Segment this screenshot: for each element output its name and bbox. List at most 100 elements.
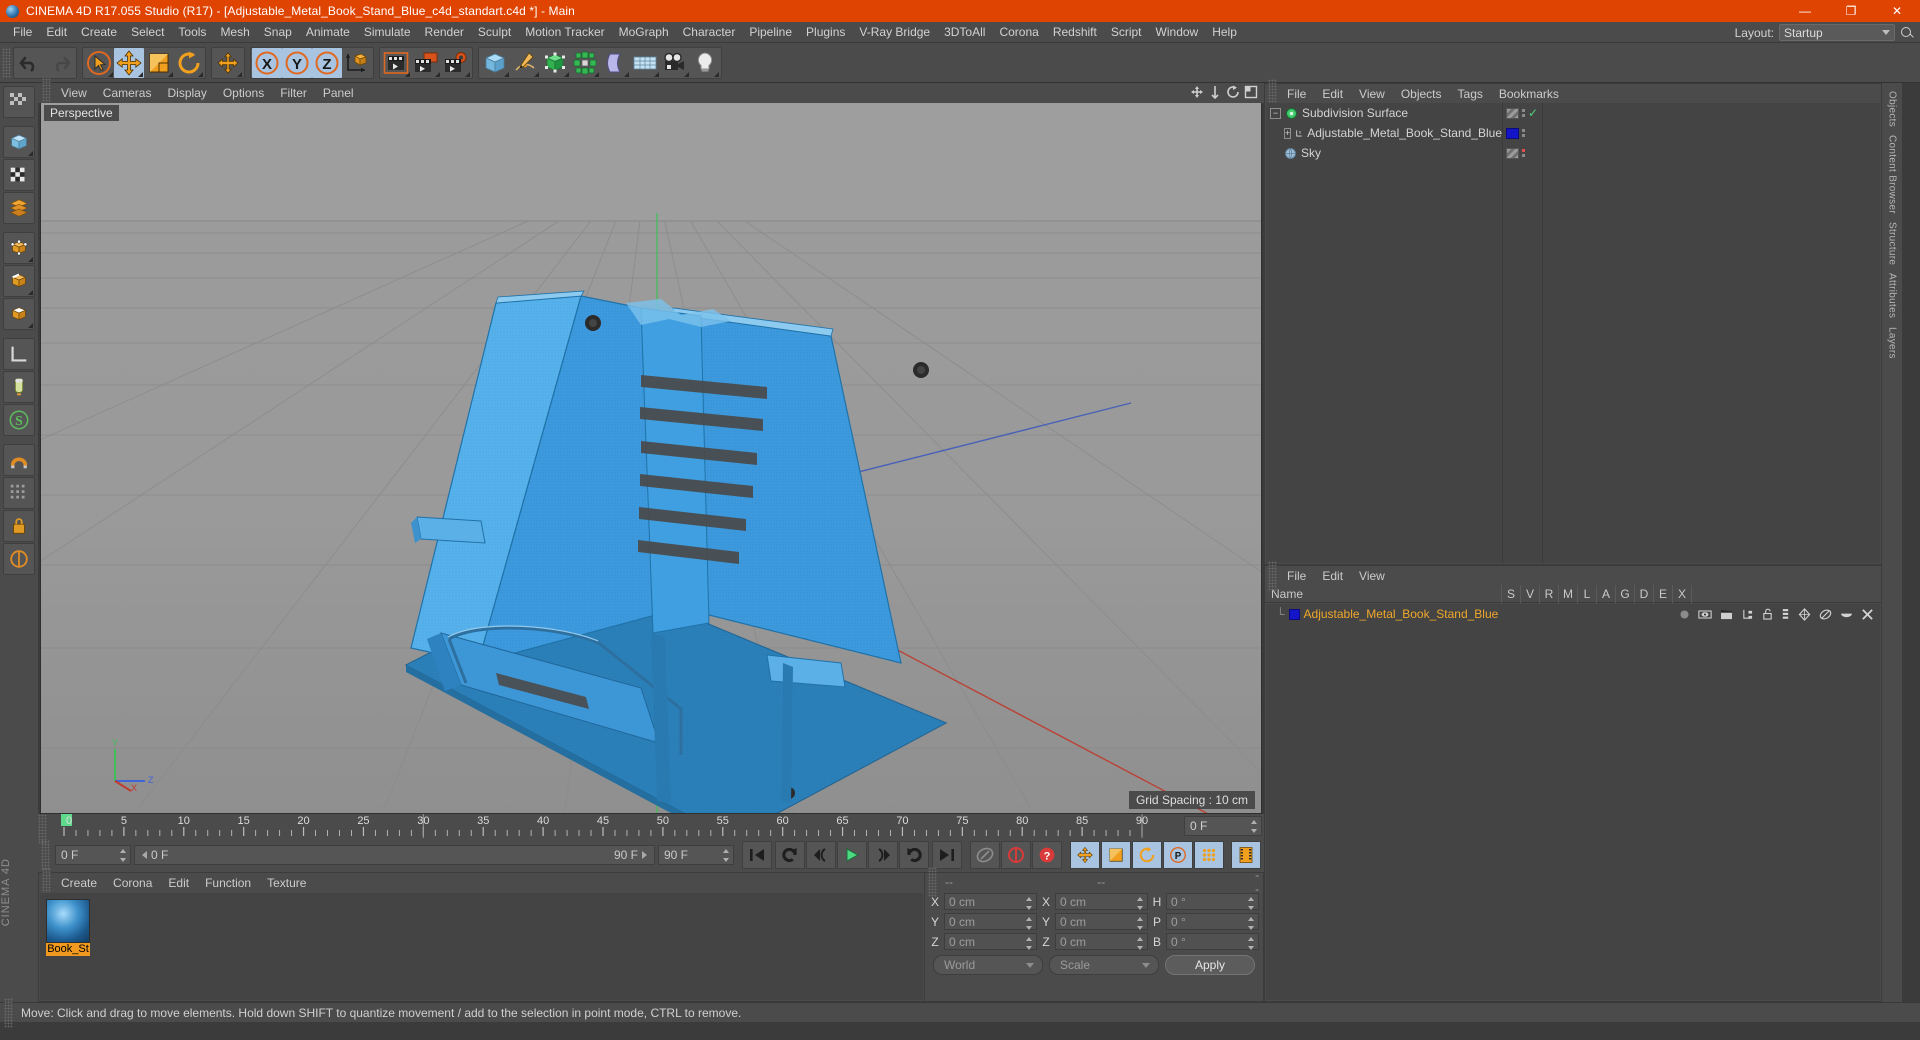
selection-tool-button[interactable] bbox=[84, 48, 114, 78]
object-menu-item-edit[interactable]: Edit bbox=[1314, 87, 1351, 101]
stepper-icon[interactable] bbox=[1248, 897, 1255, 910]
make-editable-tool-icon[interactable] bbox=[3, 126, 35, 158]
timeline-ruler[interactable]: 0 5 10 15 20 25 30 35 40 45 50 55 60 65 70 75 80 85 90 bbox=[58, 814, 1180, 838]
right-tab-objects[interactable]: Objects bbox=[1886, 87, 1899, 131]
scale-key-button[interactable] bbox=[1101, 841, 1131, 869]
polygon-mode-tool-icon[interactable] bbox=[3, 298, 35, 330]
animation-bars-icon[interactable] bbox=[1781, 608, 1790, 620]
timeline-toggle-button[interactable] bbox=[1231, 841, 1261, 869]
lock-x-axis-button[interactable]: X bbox=[252, 47, 282, 78]
right-tab-attributes[interactable]: Attributes bbox=[1886, 269, 1899, 322]
stepper-icon[interactable] bbox=[1251, 820, 1258, 833]
render-clapper-icon[interactable] bbox=[1720, 609, 1733, 620]
object-tag-row[interactable] bbox=[1503, 143, 1542, 163]
texture-axis-tool-icon[interactable] bbox=[3, 371, 35, 403]
minimize-button[interactable]: — bbox=[1782, 0, 1828, 22]
object-menu-item-file[interactable]: File bbox=[1279, 87, 1314, 101]
right-tab-structure[interactable]: Structure bbox=[1886, 218, 1899, 269]
material-menu-item-function[interactable]: Function bbox=[197, 876, 259, 890]
object-tag-row[interactable]: ✓ bbox=[1503, 103, 1542, 123]
tag-dots-icon[interactable] bbox=[1522, 129, 1525, 137]
menu-item-pipeline[interactable]: Pipeline bbox=[742, 22, 799, 43]
add-environment-button[interactable] bbox=[630, 48, 660, 78]
material-menu-item-texture[interactable]: Texture bbox=[259, 876, 314, 890]
object-row-sky[interactable]: Sky bbox=[1266, 143, 1502, 163]
magnet-move-button[interactable] bbox=[213, 48, 243, 78]
menu-item-plugins[interactable]: Plugins bbox=[799, 22, 852, 43]
material-menu-item-create[interactable]: Create bbox=[53, 876, 105, 890]
menu-item-simulate[interactable]: Simulate bbox=[357, 22, 418, 43]
enabled-check-icon[interactable]: ✓ bbox=[1528, 106, 1538, 120]
go-to-start-button[interactable] bbox=[742, 841, 772, 869]
render-to-picture-viewer-button[interactable] bbox=[411, 48, 441, 78]
add-mograph-button[interactable] bbox=[570, 48, 600, 78]
position-x-field[interactable]: 0 cm bbox=[944, 893, 1037, 910]
lock-open-icon[interactable] bbox=[1762, 608, 1773, 620]
close-button[interactable]: ✕ bbox=[1874, 0, 1920, 22]
object-tag-row[interactable] bbox=[1503, 123, 1542, 143]
range-left-arrow-icon[interactable] bbox=[138, 851, 147, 859]
position-y-field[interactable]: 0 cm bbox=[944, 913, 1037, 930]
viewport-menu-item-filter[interactable]: Filter bbox=[272, 83, 315, 103]
object-list-rows[interactable]: └ Adjustable_Metal_Book_Stand_Blue bbox=[1266, 604, 1880, 1000]
viewport-menu-item-cameras[interactable]: Cameras bbox=[95, 83, 160, 103]
next-frame-button[interactable] bbox=[868, 841, 898, 869]
sky-tag-icon[interactable] bbox=[1506, 147, 1519, 159]
stepper-icon[interactable] bbox=[1026, 937, 1033, 950]
stepper-icon[interactable] bbox=[1026, 917, 1033, 930]
add-cube-button[interactable] bbox=[480, 48, 510, 78]
menu-item-mograph[interactable]: MoGraph bbox=[612, 22, 676, 43]
right-tab-layers[interactable]: Layers bbox=[1886, 323, 1899, 363]
menu-item-3dtoall[interactable]: 3DToAll bbox=[937, 22, 992, 43]
menu-item-render[interactable]: Render bbox=[418, 22, 471, 43]
stepper-icon[interactable] bbox=[1137, 897, 1144, 910]
object-row-book-stand[interactable]: + 0 Adjustable_Metal_Book_Stand_Blue bbox=[1266, 123, 1502, 143]
animation-circle-tool-icon[interactable] bbox=[3, 543, 35, 575]
solo-dot-icon[interactable] bbox=[1679, 609, 1690, 620]
add-light-button[interactable] bbox=[690, 48, 720, 78]
menu-item-create[interactable]: Create bbox=[74, 22, 124, 43]
menu-item-mesh[interactable]: Mesh bbox=[213, 22, 256, 43]
tag-dots-icon[interactable] bbox=[1522, 149, 1525, 157]
rotate-view-icon[interactable] bbox=[1226, 85, 1240, 99]
object-list-menu-item-file[interactable]: File bbox=[1279, 569, 1314, 583]
manager-hierarchy-icon[interactable] bbox=[1741, 609, 1754, 620]
timeline-current-frame-field[interactable]: 0 F bbox=[1184, 816, 1262, 836]
perspective-viewport[interactable]: Perspective Grid Spacing : 10 cm Y Z X bbox=[40, 103, 1262, 814]
material-menu-item-corona[interactable]: Corona bbox=[105, 876, 160, 890]
material-menu-item-edit[interactable]: Edit bbox=[160, 876, 197, 890]
redo-button[interactable] bbox=[45, 48, 75, 78]
generator-icon[interactable] bbox=[1798, 607, 1811, 621]
coordinate-system-dropdown[interactable]: World bbox=[933, 955, 1043, 975]
object-menu-item-bookmarks[interactable]: Bookmarks bbox=[1491, 87, 1567, 101]
parameter-key-button[interactable]: P bbox=[1163, 841, 1193, 869]
record-active-objects-button[interactable] bbox=[970, 841, 1000, 869]
render-view-button[interactable] bbox=[381, 48, 411, 78]
menu-item-corona[interactable]: Corona bbox=[992, 22, 1045, 43]
texture-layers-tool-icon[interactable] bbox=[3, 192, 35, 224]
viewport-menu-item-display[interactable]: Display bbox=[159, 83, 214, 103]
maximize-view-icon[interactable] bbox=[1244, 85, 1258, 99]
render-settings-button[interactable] bbox=[441, 48, 471, 78]
stepper-icon[interactable] bbox=[120, 849, 127, 862]
row-color-swatch[interactable] bbox=[1288, 608, 1300, 620]
material-tag-icon[interactable] bbox=[1506, 127, 1519, 139]
size-z-field[interactable]: 0 cm bbox=[1055, 933, 1148, 950]
right-tab-content-browser[interactable]: Content Browser bbox=[1886, 131, 1899, 218]
point-mode-tool-icon[interactable] bbox=[3, 232, 35, 264]
coordinates-grip[interactable] bbox=[928, 867, 937, 897]
play-backwards-button[interactable] bbox=[775, 841, 805, 869]
position-z-field[interactable]: 0 cm bbox=[944, 933, 1037, 950]
axis-angle-tool-icon[interactable] bbox=[3, 338, 35, 370]
viewport-menu-item-panel[interactable]: Panel bbox=[315, 83, 362, 103]
stepper-icon[interactable] bbox=[1137, 937, 1144, 950]
size-x-field[interactable]: 0 cm bbox=[1055, 893, 1148, 910]
object-menu-item-view[interactable]: View bbox=[1351, 87, 1393, 101]
magnet-tool-icon[interactable] bbox=[3, 444, 35, 476]
go-to-end-button[interactable] bbox=[932, 841, 962, 869]
object-tree-empty-area[interactable] bbox=[1543, 103, 1880, 563]
frame-end-field[interactable]: 90 F bbox=[658, 845, 734, 865]
object-list-grip[interactable] bbox=[1268, 560, 1277, 591]
rotation-h-field[interactable]: 0 ° bbox=[1166, 893, 1259, 910]
checkered-flag-tool-icon[interactable] bbox=[3, 159, 35, 191]
